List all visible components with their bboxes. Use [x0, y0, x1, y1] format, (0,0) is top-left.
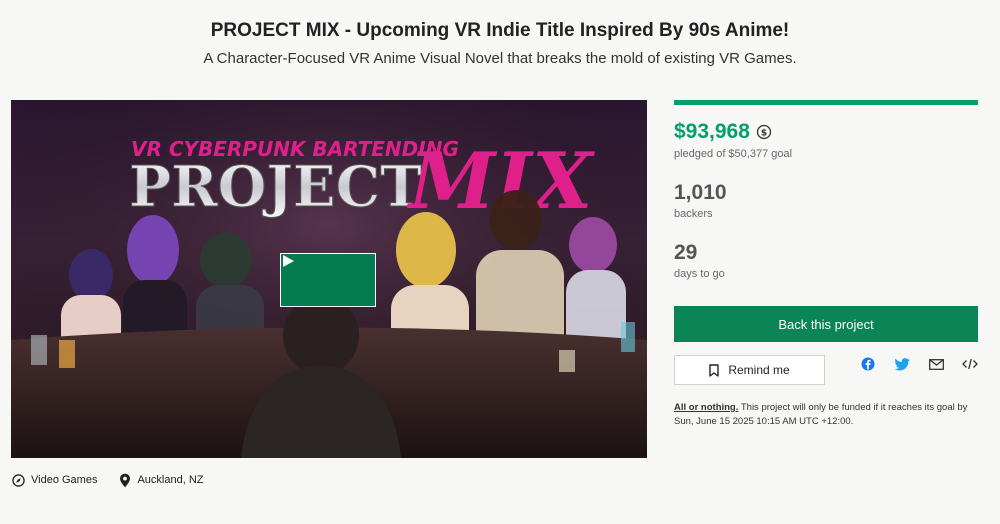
play-video-button[interactable]	[280, 253, 376, 307]
share-twitter-button[interactable]	[892, 356, 912, 372]
location-pin-icon	[120, 473, 131, 487]
bookmark-icon	[709, 363, 720, 377]
twitter-icon	[894, 357, 910, 370]
project-title: PROJECT MIX - Upcoming VR Indie Title In…	[210, 20, 790, 41]
currency-conversion-icon[interactable]: $	[756, 124, 772, 140]
bartender-silhouette	[283, 295, 359, 375]
funding-progress-bar	[674, 100, 978, 105]
play-icon	[283, 255, 294, 267]
category-link[interactable]: Video Games	[12, 473, 98, 487]
location-label: Auckland, NZ	[137, 474, 204, 486]
all-or-nothing-link[interactable]: All or nothing.	[674, 402, 738, 413]
location-link[interactable]: Auckland, NZ	[119, 473, 203, 488]
pledged-value: $93,968	[674, 120, 750, 143]
all-or-nothing-note: All or nothing. This project will only b…	[674, 401, 974, 429]
remind-me-button[interactable]: Remind me	[674, 355, 825, 385]
backers-label: backers	[674, 208, 713, 220]
pledged-goal-label: pledged of $50,377 goal	[674, 148, 793, 160]
days-to-go-label: days to go	[674, 268, 725, 280]
days-to-go-count: 29	[674, 241, 698, 264]
back-this-project-button[interactable]: Back this project	[674, 306, 978, 342]
project-subtitle: A Character-Focused VR Anime Visual Nove…	[203, 50, 797, 67]
embed-icon	[962, 358, 978, 370]
share-facebook-button[interactable]	[858, 356, 878, 372]
share-email-button[interactable]	[926, 356, 946, 372]
project-meta: Video Games Auckland, NZ	[12, 471, 225, 489]
share-embed-button[interactable]	[960, 356, 980, 372]
project-video[interactable]: VR CYBERPUNK BARTENDING PROJECT MIX	[11, 100, 647, 458]
compass-icon	[12, 473, 25, 487]
funding-progress-fill	[674, 100, 978, 105]
svg-text:$: $	[761, 129, 767, 139]
email-icon	[928, 358, 944, 370]
category-label: Video Games	[31, 474, 98, 486]
backers-count: 1,010	[674, 181, 727, 204]
banner-main-text: PROJECT	[129, 154, 422, 220]
remind-me-label: Remind me	[728, 363, 790, 377]
facebook-icon	[861, 357, 875, 371]
pledged-amount: $93,968 $	[674, 120, 772, 144]
